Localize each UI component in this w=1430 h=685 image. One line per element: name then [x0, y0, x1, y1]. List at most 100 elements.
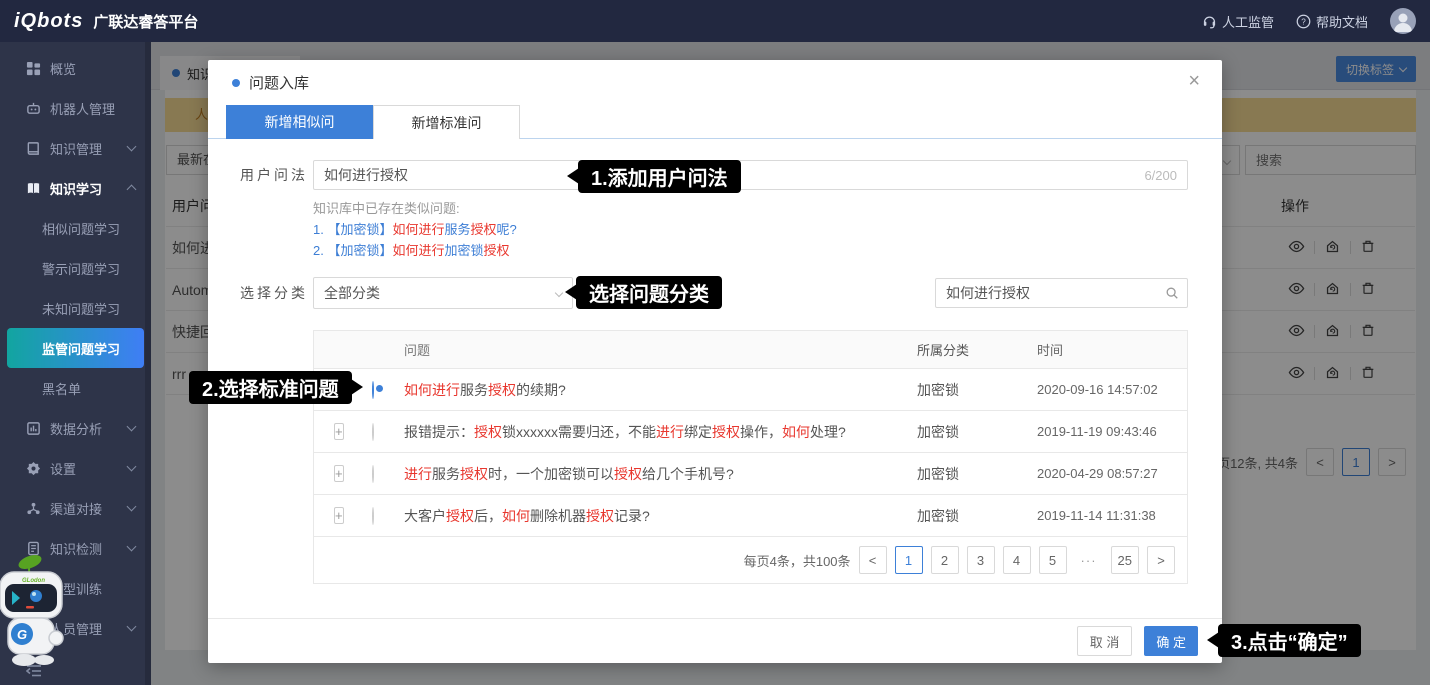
top-header-bar: iQbots 广联达睿答平台 人工监管 ? 帮助文档 [0, 0, 1430, 42]
user-question-field: 6/200 [313, 160, 1188, 190]
knowledge-icon [26, 141, 41, 156]
radio-selected[interactable] [372, 381, 374, 399]
category-cell: 加密锁 [917, 422, 1037, 442]
search-icon [1165, 286, 1187, 300]
similar-question-hints: 知识库中已存在类似问题: 1. 【加密锁】如何进行服务授权呢? 2. 【加密锁】… [313, 198, 517, 261]
sidebar-subitem-blacklist[interactable]: 黑名单 [0, 368, 151, 408]
sidebar-subitem-unknown[interactable]: 未知问题学习 [0, 288, 151, 328]
col-category: 所属分类 [917, 340, 1037, 359]
page-button-4[interactable]: 4 [1003, 546, 1031, 574]
chevron-down-icon [127, 542, 137, 552]
callout-text: 选择问题分类 [589, 278, 709, 307]
chevron-up-icon [127, 185, 137, 195]
modal-pagination: 每页4条，共100条 < 1 2 3 4 5 ··· 25 > [314, 537, 1187, 583]
sidebar-item-knowledge-learning[interactable]: 知识学习 [0, 168, 151, 208]
time-cell: 2020-09-16 14:57:02 [1037, 382, 1187, 397]
radio-unselected[interactable] [372, 465, 374, 483]
callout-arrow-left [567, 168, 579, 184]
chevron-down-icon [127, 422, 137, 432]
avatar[interactable] [1390, 8, 1416, 34]
question-text[interactable]: 大客户授权后，如何删除机器授权记录? [404, 506, 917, 526]
modal-search-input[interactable] [936, 285, 1165, 301]
question-text[interactable]: 进行服务授权时，一个加密锁可以授权给几个手机号? [404, 464, 917, 484]
callout-arrow-right [351, 379, 363, 395]
chevron-down-icon [127, 502, 137, 512]
brand-title: 广联达睿答平台 [93, 11, 198, 32]
col-question: 问题 [404, 340, 917, 359]
callout-text: 2.选择标准问题 [202, 373, 339, 402]
callout-text: 3.点击“确定” [1231, 626, 1348, 655]
tab-add-standard-question[interactable]: 新增标准问 [373, 105, 520, 139]
time-cell: 2019-11-14 11:31:38 [1037, 508, 1187, 523]
svg-text:G: G [17, 627, 27, 642]
robot-icon [26, 101, 41, 116]
page-button-25[interactable]: 25 [1111, 546, 1139, 574]
category-select[interactable]: 全部分类 [313, 277, 573, 309]
category-cell: 加密锁 [917, 380, 1037, 400]
hint-title: 知识库中已存在类似问题: [313, 198, 517, 219]
standard-questions-table: 问题 所属分类 时间 + 如何进行服务授权的续期? 加密锁 2020-09-16… [313, 330, 1188, 584]
callout-step2-select-standard-question: 2.选择标准问题 [189, 371, 352, 404]
next-page-button[interactable]: > [1147, 546, 1175, 574]
chevron-down-icon [127, 462, 137, 472]
sidebar-subitem-similar[interactable]: 相似问题学习 [0, 208, 151, 248]
page-button-3[interactable]: 3 [967, 546, 995, 574]
user-question-row: 用户问法 [240, 160, 308, 190]
sidebar-item-label: 渠道对接 [50, 499, 102, 518]
glodon-robot-mascot: GLodon G [0, 552, 72, 675]
manual-review-link[interactable]: 人工监管 [1202, 12, 1274, 31]
expand-button[interactable]: + [334, 507, 344, 524]
callout-select-category: 选择问题分类 [576, 276, 722, 309]
callout-text: 1.添加用户问法 [591, 162, 728, 191]
sidebar-item-label: 设置 [50, 459, 76, 478]
hint-link-1[interactable]: 1. 【加密锁】如何进行服务授权呢? [313, 219, 517, 240]
sidebar-subitem-supervision-active[interactable]: 监管问题学习 [7, 328, 144, 368]
sidebar-item-robots[interactable]: 机器人管理 [0, 88, 151, 128]
sidebar-subitem-warning[interactable]: 警示问题学习 [0, 248, 151, 288]
sidebar-item-settings[interactable]: 设置 [0, 448, 151, 488]
tab-add-similar-question[interactable]: 新增相似问 [226, 105, 373, 139]
pagination-summary: 每页4条，共100条 [744, 551, 851, 570]
close-icon[interactable]: × [1188, 71, 1200, 91]
help-icon: ? [1296, 14, 1311, 29]
expand-button[interactable]: + [334, 465, 344, 482]
category-select-value: 全部分类 [324, 283, 380, 303]
expand-button[interactable]: + [334, 423, 344, 440]
page-button-1[interactable]: 1 [895, 546, 923, 574]
callout-step1-add-user-question: 1.添加用户问法 [578, 160, 741, 193]
help-docs-link[interactable]: ? 帮助文档 [1296, 12, 1368, 31]
cancel-button[interactable]: 取 消 [1077, 626, 1133, 656]
hint-link-2[interactable]: 2. 【加密锁】如何进行加密锁授权 [313, 240, 517, 261]
sidebar-subitem-label: 警示问题学习 [42, 259, 120, 278]
sidebar-item-knowledge-mgmt[interactable]: 知识管理 [0, 128, 151, 168]
category-label: 选择分类 [240, 283, 308, 303]
sidebar-item-channel[interactable]: 渠道对接 [0, 488, 151, 528]
question-text[interactable]: 如何进行服务授权的续期? [404, 380, 917, 400]
modal-footer: 取 消 确 定 [208, 618, 1222, 663]
sidebar-item-label: 数据分析 [50, 419, 102, 438]
pagination-ellipsis[interactable]: ··· [1075, 553, 1103, 568]
radio-unselected[interactable] [372, 423, 374, 441]
sidebar-subitem-label: 相似问题学习 [42, 219, 120, 238]
chevron-down-icon [127, 622, 137, 632]
sidebar-subitem-label: 监管问题学习 [42, 339, 120, 358]
svg-text:?: ? [1301, 17, 1306, 26]
chevron-down-icon [127, 142, 137, 152]
time-cell: 2019-11-19 09:43:46 [1037, 424, 1187, 439]
page-button-5[interactable]: 5 [1039, 546, 1067, 574]
confirm-button[interactable]: 确 定 [1144, 626, 1198, 656]
brand-logo: iQbots [14, 10, 83, 33]
radio-unselected[interactable] [372, 507, 374, 525]
sidebar-item-overview[interactable]: 概览 [0, 48, 151, 88]
help-docs-label: 帮助文档 [1316, 12, 1368, 31]
page-button-2[interactable]: 2 [931, 546, 959, 574]
table-header-row: 问题 所属分类 时间 [314, 331, 1187, 369]
prev-page-button[interactable]: < [859, 546, 887, 574]
modal-tabs: 新增相似问 新增标准问 [208, 105, 1222, 139]
table-row: + 大客户授权后，如何删除机器授权记录? 加密锁 2019-11-14 11:3… [314, 495, 1187, 537]
question-text[interactable]: 报错提示：授权锁xxxxxx需要归还，不能进行绑定授权操作，如何处理? [404, 422, 917, 442]
table-row: + 报错提示：授权锁xxxxxx需要归还，不能进行绑定授权操作，如何处理? 加密… [314, 411, 1187, 453]
headset-icon [1202, 14, 1217, 29]
sidebar-item-analytics[interactable]: 数据分析 [0, 408, 151, 448]
time-cell: 2020-04-29 08:57:27 [1037, 466, 1187, 481]
